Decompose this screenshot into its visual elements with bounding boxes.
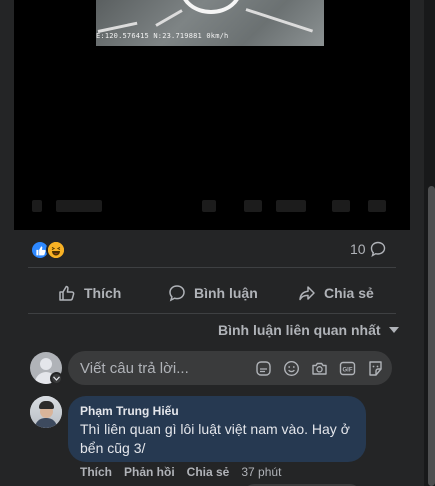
comment-count-value: 10 — [350, 241, 366, 257]
play-icon[interactable] — [32, 200, 42, 212]
svg-text:GIF: GIF — [342, 367, 352, 373]
video-telemetry: E:120.576415 N:23.719881 0km/h — [96, 32, 229, 40]
caret-down-icon — [388, 327, 399, 333]
scrollbar-thumb[interactable] — [428, 186, 435, 486]
comment-actions: Thích Phản hồi Chia sẻ 37 phút — [80, 465, 281, 479]
like-button[interactable]: Thích — [58, 278, 121, 308]
comment-timestamp[interactable]: 37 phút — [241, 465, 281, 479]
comment-reply-link[interactable]: Phản hồi — [124, 465, 175, 479]
share-label: Chia sẻ — [324, 285, 374, 301]
video-frame: E:120.576415 N:23.719881 0km/h — [96, 0, 324, 46]
thumbs-up-icon — [59, 285, 75, 301]
emoji-icon[interactable] — [282, 359, 300, 377]
video-player[interactable]: E:120.576415 N:23.719881 0km/h — [14, 0, 410, 230]
reply-input[interactable] — [80, 351, 250, 385]
comment-sort-dropdown[interactable]: Bình luận liên quan nhất — [218, 322, 399, 338]
commenter-avatar[interactable] — [30, 396, 62, 428]
comment-like-link[interactable]: Thích — [80, 465, 112, 479]
divider-top — [28, 267, 396, 268]
reply-box[interactable]: GIF — [68, 351, 392, 385]
play-ring-icon — [180, 0, 242, 14]
video-controls[interactable] — [14, 196, 410, 218]
comment-author[interactable]: Phạm Trung Hiếu — [80, 404, 354, 418]
captions-icon[interactable] — [244, 200, 262, 212]
comment-share-link[interactable]: Chia sẻ — [187, 465, 230, 479]
comment-bubble-icon — [370, 241, 385, 257]
camera-icon[interactable] — [310, 359, 328, 377]
like-label: Thích — [84, 285, 122, 301]
comment-button[interactable]: Bình luận — [168, 278, 258, 308]
comment-count[interactable]: 10 — [350, 241, 386, 257]
comment-text: Thì liên quan gì lôi luật việt nam vào. … — [80, 421, 350, 456]
share-icon — [299, 286, 315, 301]
avatar-sticker-icon[interactable] — [366, 359, 384, 377]
gif-icon[interactable]: GIF — [338, 359, 356, 377]
share-button[interactable]: Chia sẻ — [298, 278, 374, 308]
avatar-menu-chevron-icon[interactable] — [50, 372, 63, 385]
comment-label: Bình luận — [194, 285, 258, 301]
fullscreen-icon[interactable] — [368, 200, 386, 212]
comment-bubble: Phạm Trung Hiếu Thì liên quan gì lôi luậ… — [68, 396, 366, 462]
comment-icon — [169, 285, 185, 302]
volume-icon[interactable] — [276, 200, 306, 212]
haha-reaction-icon — [46, 240, 66, 260]
settings-icon[interactable] — [202, 200, 216, 212]
divider-bottom — [28, 313, 396, 314]
sort-label: Bình luận liên quan nhất — [218, 322, 381, 338]
video-timestamp — [56, 200, 102, 212]
pip-icon[interactable] — [332, 200, 350, 212]
sticker-icon[interactable] — [254, 359, 272, 377]
